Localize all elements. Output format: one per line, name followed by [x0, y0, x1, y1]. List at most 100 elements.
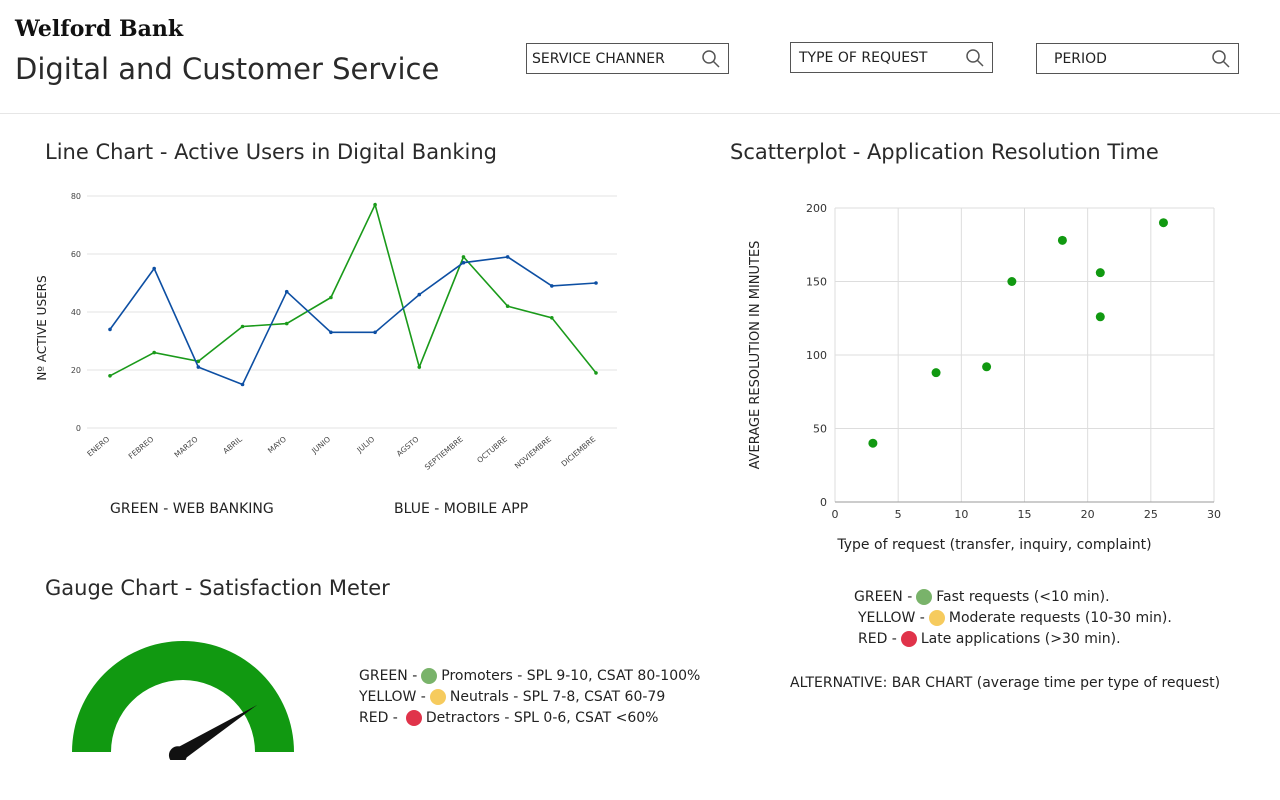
- scatter-legend-red-prefix: RED -: [858, 631, 897, 647]
- scatter-legend-yellow: YELLOW - Moderate requests (10-30 min).: [858, 610, 1172, 626]
- y-tick-label: 80: [71, 192, 81, 201]
- data-point: [1057, 235, 1067, 245]
- data-point: [594, 371, 598, 375]
- green-dot-icon: [421, 668, 438, 684]
- data-point: [373, 330, 377, 335]
- x-axis-label: Type of request (transfer, inquiry, comp…: [836, 537, 1151, 553]
- x-tick-label: 20: [1081, 508, 1095, 521]
- legend-mobile-app: BLUE - MOBILE APP: [394, 501, 529, 517]
- series-line: [109, 256, 597, 386]
- period-filter[interactable]: PERIOD: [1036, 43, 1239, 74]
- y-tick-label: 200: [806, 202, 827, 215]
- y-tick-label: 0: [820, 496, 827, 509]
- data-point: [240, 324, 245, 329]
- line-chart-title: Line Chart - Active Users in Digital Ban…: [45, 140, 498, 164]
- y-tick-label: 100: [806, 349, 827, 362]
- red-dot-icon: [405, 710, 422, 726]
- data-point: [108, 327, 112, 332]
- x-tick-label: 25: [1144, 508, 1158, 521]
- type-of-request-filter[interactable]: TYPE OF REQUEST: [790, 42, 993, 73]
- scatter-legend-red-text: Late applications (>30 min).: [920, 631, 1121, 647]
- scatter-legend-green-prefix: GREEN -: [854, 589, 913, 605]
- scatter-legend-green-text: Fast requests (<10 min).: [936, 589, 1110, 605]
- x-tick-label: NOVIEMBRE: [513, 434, 553, 470]
- data-point: [461, 255, 466, 259]
- y-tick-label: 150: [806, 276, 827, 289]
- data-point: [284, 289, 289, 294]
- x-tick-label: ABRIL: [221, 434, 244, 455]
- gauge-legend-yellow: YELLOW - Neutrals - SPL 7-8, CSAT 60-79: [359, 689, 665, 705]
- y-tick-label: 20: [71, 366, 81, 375]
- data-point: [284, 321, 289, 326]
- data-point: [329, 295, 333, 300]
- service-channel-filter[interactable]: SERVICE CHANNER: [526, 43, 729, 74]
- x-tick-label: ENERO: [85, 435, 111, 459]
- y-axis-label: Nº ACTIVE USERS: [35, 275, 49, 380]
- y-tick-label: 50: [813, 423, 827, 436]
- legend-web-banking: GREEN - WEB BANKING: [110, 501, 274, 517]
- y-tick-label: 60: [71, 250, 81, 259]
- data-point: [417, 292, 422, 297]
- data-point: [868, 438, 878, 448]
- yellow-dot-icon: [928, 610, 945, 626]
- gauge-legend-red-text: Detractors - SPL 0-6, CSAT <60%: [425, 710, 659, 726]
- data-point: [1095, 312, 1105, 322]
- x-tick-label: JUNIO: [309, 435, 332, 456]
- service-channel-filter-label: SERVICE CHANNER: [532, 50, 665, 67]
- data-point: [505, 304, 510, 308]
- x-tick-label: MARZO: [173, 435, 200, 460]
- data-point: [1158, 218, 1168, 228]
- gauge-legend-green: GREEN - Promoters - SPL 9-10, CSAT 80-10…: [359, 668, 700, 684]
- x-tick-label: DICIEMBRE: [560, 434, 598, 468]
- x-tick-label: 0: [832, 508, 839, 521]
- data-point: [196, 365, 201, 369]
- data-point: [1007, 277, 1017, 286]
- line-chart: 0 20 40 60 80 ENERO FEBREO MARZO ABRIL MAYO JUNIO J…: [35, 192, 617, 472]
- data-point: [152, 266, 156, 271]
- data-point: [108, 374, 112, 378]
- data-point: [550, 284, 554, 288]
- scatter-legend-yellow-text: Moderate requests (10-30 min).: [948, 610, 1172, 626]
- bank-logo-text: Welford Bank: [15, 16, 184, 42]
- x-tick-label: SEPTIEMBRE: [423, 434, 465, 471]
- search-icon[interactable]: [700, 48, 722, 70]
- data-point: [505, 255, 510, 259]
- y-tick-label: 40: [71, 308, 81, 317]
- scatter-legend-green: GREEN - Fast requests (<10 min).: [854, 589, 1110, 605]
- gauge-legend-green-text: Promoters - SPL 9-10, CSAT 80-100%: [441, 668, 701, 684]
- search-icon[interactable]: [1210, 48, 1232, 70]
- series-line: [109, 202, 597, 377]
- scatter-legend-yellow-prefix: YELLOW -: [858, 610, 925, 626]
- header-divider: [0, 113, 1280, 114]
- period-filter-label: PERIOD: [1054, 50, 1107, 67]
- x-tick-label: OCTUBRE: [475, 434, 509, 464]
- data-point: [1095, 268, 1105, 278]
- x-tick-label: AGSTO: [395, 435, 421, 459]
- data-point: [931, 368, 941, 378]
- search-icon[interactable]: [964, 47, 986, 69]
- x-tick-label: 30: [1207, 508, 1221, 521]
- scatter-legend-red: RED - Late applications (>30 min).: [858, 631, 1121, 647]
- x-tick-label: MAYO: [266, 435, 288, 456]
- x-tick-label: JULIO: [355, 435, 377, 455]
- gauge-legend-green-prefix: GREEN -: [359, 668, 418, 684]
- data-point: [152, 350, 156, 355]
- gauge-legend-red: RED - Detractors - SPL 0-6, CSAT <60%: [359, 710, 658, 726]
- green-dot-icon: [916, 589, 933, 605]
- data-point: [373, 202, 377, 207]
- alternative-chart-note: ALTERNATIVE: BAR CHART (average time per…: [790, 675, 1221, 691]
- x-tick-label: 5: [895, 508, 902, 521]
- x-tick-label: FEBREO: [127, 435, 156, 461]
- data-point: [594, 281, 598, 285]
- x-tick-label: 15: [1018, 508, 1032, 521]
- page-title: Digital and Customer Service: [15, 52, 440, 86]
- data-point: [329, 330, 333, 335]
- type-of-request-filter-label: TYPE OF REQUEST: [799, 49, 928, 66]
- gauge-arc: [72, 641, 294, 752]
- data-point: [417, 365, 422, 369]
- data-point: [550, 316, 554, 320]
- gauge-needle: [174, 704, 258, 760]
- data-point: [461, 260, 466, 265]
- scatter-chart: 0 5 10 15 20 25 30 0 50 100 150 200 AVERAGE RESOLUTI…: [748, 202, 1221, 553]
- scatter-chart-title: Scatterplot - Application Resolution Tim…: [730, 140, 1159, 164]
